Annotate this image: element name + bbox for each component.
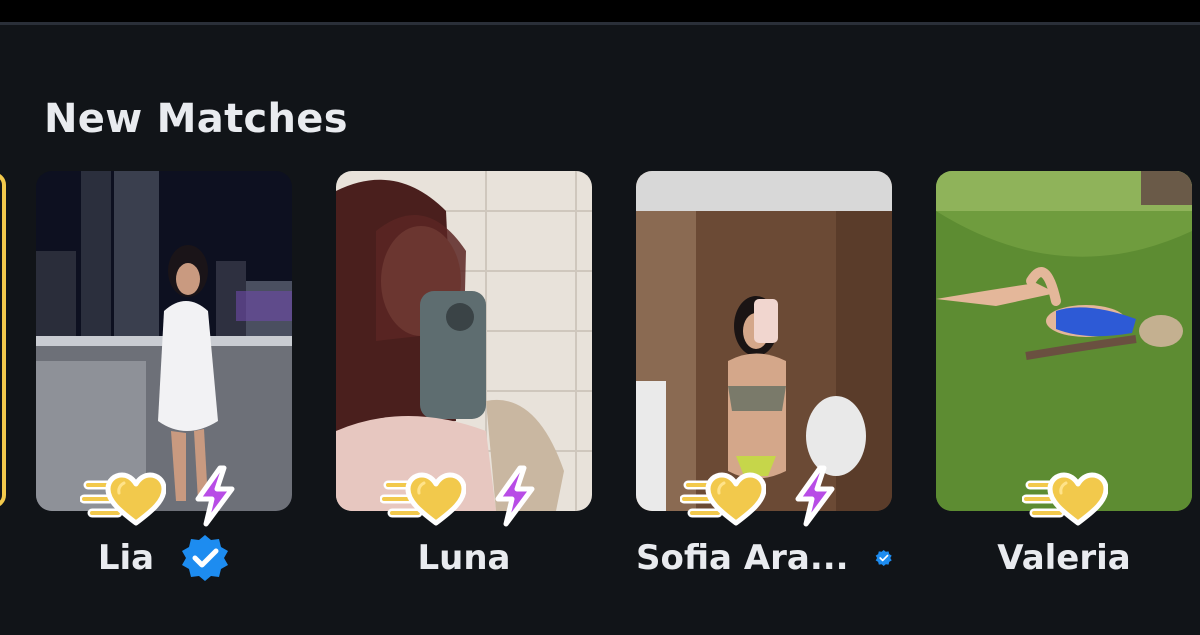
super-like-heart-icon (80, 469, 166, 529)
match-photo[interactable] (936, 171, 1192, 511)
verified-badge-icon (180, 533, 230, 583)
match-name-row: Sofia Ara... (636, 533, 892, 583)
lightning-bolt-icon (790, 465, 838, 527)
match-name: Sofia Ara... (636, 538, 849, 578)
match-card-luna[interactable]: Luna (336, 171, 592, 583)
match-card-sofia[interactable]: Sofia Ara... (636, 171, 892, 583)
match-name-row: Lia (36, 533, 292, 583)
match-photo[interactable] (636, 171, 892, 511)
top-bar (0, 0, 1200, 22)
section-title: New Matches (44, 96, 348, 142)
match-card-lia[interactable]: Lia (36, 171, 292, 583)
super-like-heart-icon (680, 469, 766, 529)
previous-match-card-edge[interactable] (0, 172, 6, 508)
super-like-heart-icon (1022, 469, 1108, 529)
top-divider (0, 22, 1200, 25)
lightning-bolt-icon (190, 465, 238, 527)
match-name: Luna (417, 538, 511, 578)
match-card-valeria[interactable]: Valeria (936, 171, 1192, 583)
match-name: Lia (97, 538, 155, 578)
verified-badge-icon (875, 533, 892, 583)
super-like-heart-icon (380, 469, 466, 529)
match-photo[interactable] (36, 171, 292, 511)
match-name-row: Valeria (936, 533, 1192, 583)
match-photo[interactable] (336, 171, 592, 511)
match-name: Valeria (997, 538, 1131, 578)
lightning-bolt-icon (490, 465, 538, 527)
match-name-row: Luna (336, 533, 592, 583)
